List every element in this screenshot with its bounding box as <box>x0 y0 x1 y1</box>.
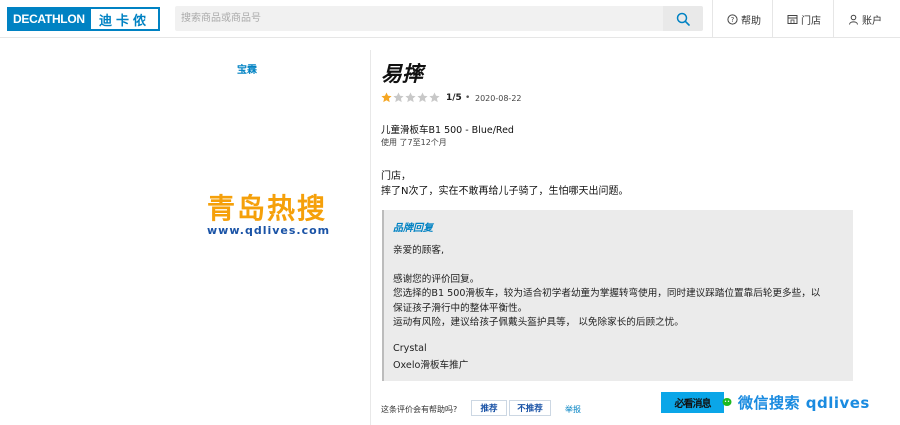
decathlon-logo[interactable]: DECATHLON 迪卡侬 <box>7 7 160 31</box>
rating-text: 1/5 <box>446 93 462 103</box>
reply-paragraph: 感谢您的评价回复。 <box>393 274 480 285</box>
wechat-icon <box>722 398 732 406</box>
watermark-wechat-text: 微信搜索 qdlives <box>738 394 870 412</box>
usage-duration: 使用 了7至12个月 <box>381 138 447 147</box>
star-empty-icon <box>393 92 404 103</box>
logo-text-zh: 迪卡侬 <box>91 9 158 29</box>
star-empty-icon <box>429 92 440 103</box>
nav-account-label: 账户 <box>862 15 882 27</box>
nav-help[interactable]: ? 帮助 <box>727 11 761 27</box>
top-header: DECATHLON 迪卡侬 ? 帮助 门店 账户 <box>0 0 900 38</box>
nav-divider <box>833 0 834 38</box>
logo-text-en: DECATHLON <box>9 9 91 29</box>
nav-divider <box>772 0 773 38</box>
svg-text:?: ? <box>731 16 735 24</box>
search-icon <box>676 12 690 26</box>
user-icon <box>849 14 858 25</box>
review-title: 易摔 <box>381 62 423 86</box>
review-body-line: 摔了N次了，实在不敢再给儿子骑了，生怕哪天出问题。 <box>381 186 629 197</box>
search-button[interactable] <box>663 6 703 31</box>
column-divider <box>370 50 371 425</box>
reply-signature: Crystal <box>393 343 427 354</box>
star-filled-icon <box>381 92 392 103</box>
watermark-url: www.qdlives.com <box>207 224 331 237</box>
star-empty-icon <box>417 92 428 103</box>
reply-team: Oxelo滑板车推广 <box>393 360 469 371</box>
nav-account[interactable]: 账户 <box>848 11 882 27</box>
search-input[interactable] <box>175 6 663 31</box>
reply-paragraph: 运动有风险，建议给孩子佩戴头盔护具等， 以免除家长的后顾之忧。 <box>393 317 684 328</box>
star-rating <box>381 92 440 103</box>
store-icon <box>787 14 798 24</box>
recommend-button[interactable]: 推荐 <box>471 400 507 416</box>
reply-paragraph: 保证孩子滑行中的整体平衡性。 <box>393 303 528 314</box>
report-link[interactable]: 举报 <box>565 404 581 415</box>
watermark-title: 青岛热搜 <box>207 192 328 225</box>
star-empty-icon <box>405 92 416 103</box>
product-name: 儿童滑板车B1 500 - Blue/Red <box>381 125 514 136</box>
help-circle-icon: ? <box>727 13 738 25</box>
reply-paragraph: 您选择的B1 500滑板车，较为适合初学者幼童为掌握转弯使用，同时建议踩踏位置靠… <box>393 288 821 299</box>
review-date: 2020-08-22 <box>475 94 522 103</box>
nav-store-label: 门店 <box>801 15 821 27</box>
meta-separator: • <box>465 93 471 103</box>
watermark-badge: 必看消息 <box>661 392 724 413</box>
brand-reply-title: 品牌回复 <box>393 223 433 234</box>
not-recommend-button[interactable]: 不推荐 <box>509 400 551 416</box>
nav-help-label: 帮助 <box>741 15 761 27</box>
helpful-question: 这条评价会有帮助吗? <box>381 405 458 414</box>
nav-store[interactable]: 门店 <box>787 11 821 27</box>
nav-divider <box>712 0 713 38</box>
reply-greeting: 亲爱的顾客, <box>393 245 445 256</box>
review-body-line: 门店， <box>381 171 411 182</box>
reviewer-name[interactable]: 宝霖 <box>237 61 257 76</box>
